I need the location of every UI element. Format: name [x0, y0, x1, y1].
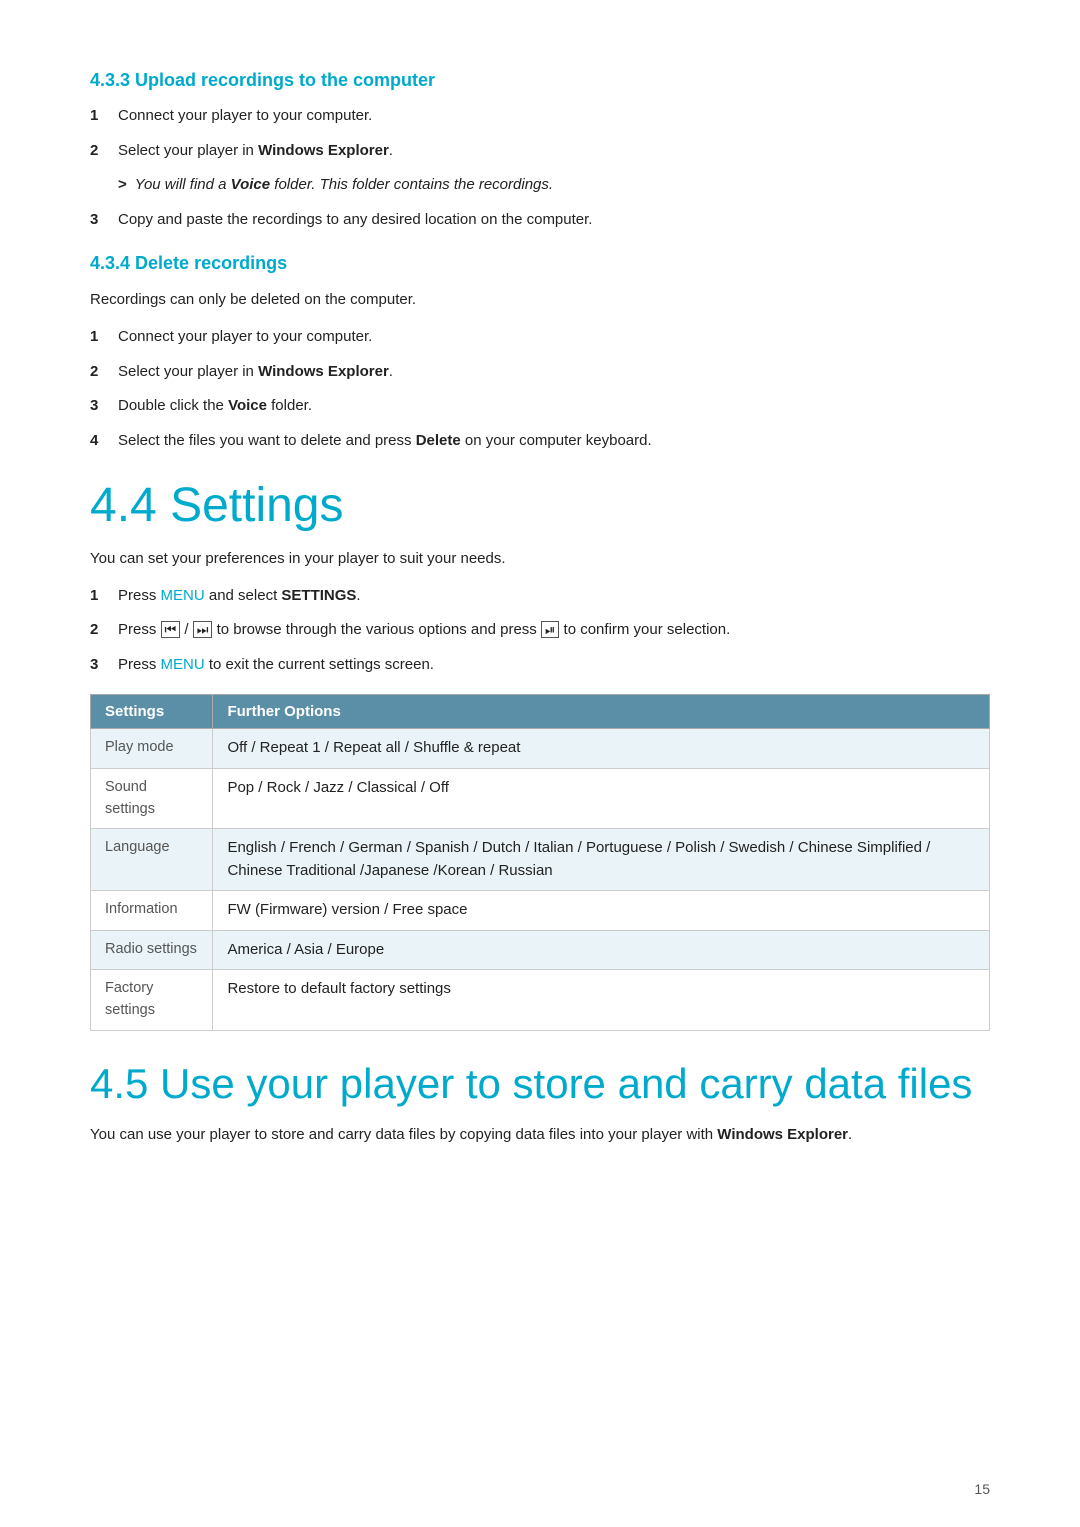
setting-options: America / Asia / Europe — [213, 930, 990, 970]
setting-options: English / French / German / Spanish / Du… — [213, 829, 990, 891]
setting-name: Sound settings — [91, 768, 213, 829]
setting-name: Radio settings — [91, 930, 213, 970]
page-number: 15 — [974, 1481, 990, 1497]
col-options-header: Further Options — [213, 695, 990, 729]
upload-step-2: 2 Select your player in Windows Explorer… — [90, 140, 990, 163]
step-number: 3 — [90, 654, 118, 677]
step-number: 3 — [90, 209, 118, 232]
data-files-bold: Windows Explorer — [717, 1126, 848, 1143]
step-number: 1 — [90, 326, 118, 349]
setting-name: Play mode — [91, 729, 213, 769]
table-row: Language English / French / German / Spa… — [91, 829, 990, 891]
setting-options: Restore to default factory settings — [213, 970, 990, 1031]
settings-table-body: Play mode Off / Repeat 1 / Repeat all / … — [91, 729, 990, 1031]
step-text: Press MENU to exit the current settings … — [118, 654, 990, 677]
settings-step-2: 2 Press ⏮ / ⏭ to browse through the vari… — [90, 619, 990, 642]
step-text: Connect your player to your computer. — [118, 105, 990, 128]
settings-step-3: 3 Press MENU to exit the current setting… — [90, 654, 990, 677]
step-text: Connect your player to your computer. — [118, 326, 990, 349]
setting-name: Language — [91, 829, 213, 891]
delete-step-1: 1 Connect your player to your computer. — [90, 326, 990, 349]
upload-note: > You will find a Voice folder. This fol… — [90, 174, 990, 197]
step-number: 2 — [90, 361, 118, 384]
arrow-icon: > — [118, 174, 127, 197]
delete-steps: 1 Connect your player to your computer. … — [90, 326, 990, 452]
step-text: Select your player in Windows Explorer. — [118, 140, 990, 163]
settings-steps: 1 Press MENU and select SETTINGS. 2 Pres… — [90, 585, 990, 677]
table-row: Information FW (Firmware) version / Free… — [91, 891, 990, 931]
table-header-row: Settings Further Options — [91, 695, 990, 729]
upload-steps: 1 Connect your player to your computer. … — [90, 105, 990, 162]
setting-options: FW (Firmware) version / Free space — [213, 891, 990, 931]
step-number: 4 — [90, 430, 118, 453]
step-number: 3 — [90, 395, 118, 418]
table-row: Play mode Off / Repeat 1 / Repeat all / … — [91, 729, 990, 769]
setting-name: Information — [91, 891, 213, 931]
table-row: Factory settings Restore to default fact… — [91, 970, 990, 1031]
delete-step-4: 4 Select the files you want to delete an… — [90, 430, 990, 453]
heading-settings: 4.4 Settings — [90, 480, 990, 533]
step-text: Press MENU and select SETTINGS. — [118, 585, 990, 608]
setting-name: Factory settings — [91, 970, 213, 1031]
step-text: Double click the Voice folder. — [118, 395, 990, 418]
upload-step-1: 1 Connect your player to your computer. — [90, 105, 990, 128]
step-text: Select the files you want to delete and … — [118, 430, 990, 453]
data-files-intro-text: You can use your player to store and car… — [90, 1126, 717, 1143]
settings-step-1: 1 Press MENU and select SETTINGS. — [90, 585, 990, 608]
step-number: 2 — [90, 140, 118, 163]
step-text: Press ⏮ / ⏭ to browse through the variou… — [118, 619, 990, 642]
col-settings-header: Settings — [91, 695, 213, 729]
delete-intro: Recordings can only be deleted on the co… — [90, 288, 990, 312]
delete-step-2: 2 Select your player in Windows Explorer… — [90, 361, 990, 384]
settings-intro: You can set your preferences in your pla… — [90, 547, 990, 571]
setting-options: Off / Repeat 1 / Repeat all / Shuffle & … — [213, 729, 990, 769]
table-row: Sound settings Pop / Rock / Jazz / Class… — [91, 768, 990, 829]
settings-table: Settings Further Options Play mode Off /… — [90, 694, 990, 1031]
step-number: 1 — [90, 585, 118, 608]
step-number: 1 — [90, 105, 118, 128]
delete-step-3: 3 Double click the Voice folder. — [90, 395, 990, 418]
step-text: Select your player in Windows Explorer. — [118, 361, 990, 384]
upload-step-3: 3 Copy and paste the recordings to any d… — [90, 209, 990, 232]
heading-upload: 4.3.3 Upload recordings to the computer — [90, 70, 990, 91]
table-row: Radio settings America / Asia / Europe — [91, 930, 990, 970]
upload-steps-cont: 3 Copy and paste the recordings to any d… — [90, 209, 990, 232]
note-text: You will find a Voice folder. This folde… — [135, 174, 553, 197]
data-files-intro-after: . — [848, 1126, 852, 1143]
setting-options: Pop / Rock / Jazz / Classical / Off — [213, 768, 990, 829]
heading-data-files: 4.5 Use your player to store and carry d… — [90, 1059, 990, 1109]
data-files-intro: You can use your player to store and car… — [90, 1123, 990, 1147]
step-text: Copy and paste the recordings to any des… — [118, 209, 990, 232]
step-number: 2 — [90, 619, 118, 642]
heading-delete: 4.3.4 Delete recordings — [90, 253, 990, 274]
